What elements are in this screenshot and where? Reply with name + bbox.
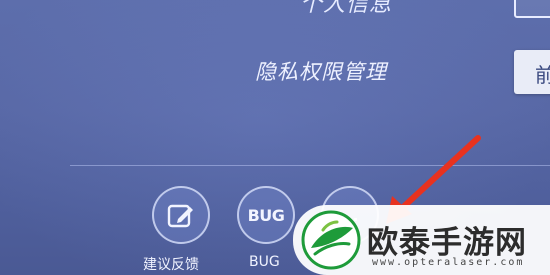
bug-report-button-label: BUG [249, 254, 280, 270]
watermark-url: www.opteralaser.com [372, 257, 525, 268]
bug-report-button[interactable]: BUG [237, 186, 295, 244]
feedback-button-label: 建议反馈 [143, 257, 199, 273]
divider [70, 165, 550, 166]
privacy-permission-label: 隐私权限管理 [255, 60, 387, 84]
edit-icon [154, 202, 208, 234]
watermark-brand: 欧泰手游网 [367, 225, 527, 261]
settings-screen: 个人信息 隐私权限管理 前 建议反馈 BUG BUG … [0, 0, 550, 275]
leaf-logo-icon [301, 210, 361, 270]
settings-row-label: 个人信息 [300, 0, 393, 17]
bug-icon: BUG [247, 206, 285, 225]
site-watermark: 欧泰手游网 www.opteralaser.com [293, 205, 550, 275]
privacy-manage-button-label: 前 [535, 63, 550, 87]
feedback-button[interactable] [152, 186, 210, 244]
privacy-manage-button[interactable]: 前 [514, 50, 550, 94]
settings-row-button[interactable] [514, 0, 550, 18]
